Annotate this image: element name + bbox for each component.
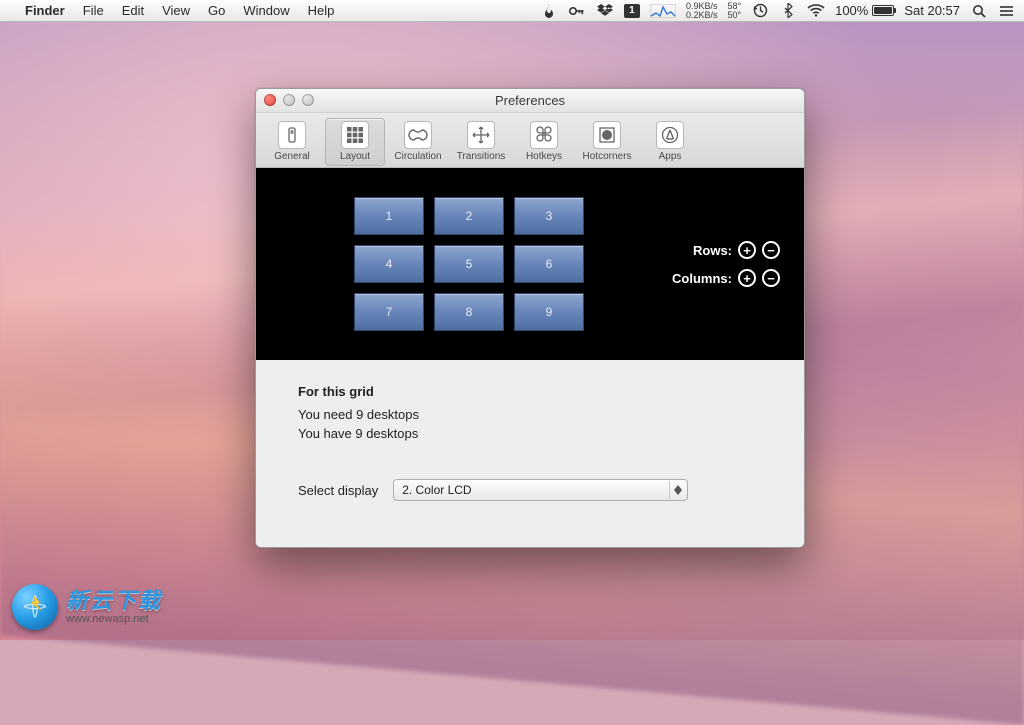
tab-label: Circulation xyxy=(394,151,441,162)
tab-apps[interactable]: Apps xyxy=(640,118,700,166)
move-icon xyxy=(467,121,495,149)
watermark-text: 新云下载 xyxy=(66,590,162,612)
display-select-label: Select display xyxy=(298,483,378,498)
desktop-cell[interactable]: 9 xyxy=(514,293,584,331)
grid-status: For this grid You need 9 desktops You ha… xyxy=(256,360,804,445)
rows-label: Rows: xyxy=(693,243,732,258)
tab-label: Transitions xyxy=(457,151,506,162)
battery-pct: 100% xyxy=(835,3,868,18)
columns-label: Columns: xyxy=(672,271,732,286)
menu-file[interactable]: File xyxy=(74,0,113,22)
appstore-icon xyxy=(656,121,684,149)
desktop-cell[interactable]: 1 xyxy=(354,197,424,235)
battery-icon xyxy=(872,5,894,16)
spotlight-icon[interactable] xyxy=(970,2,988,20)
preferences-window: Preferences General Layout Circulation T… xyxy=(255,88,805,548)
menu-help[interactable]: Help xyxy=(299,0,344,22)
rows-increase-button[interactable]: + xyxy=(738,241,756,259)
grid-status-need: You need 9 desktops xyxy=(298,407,762,422)
menubar: Finder File Edit View Go Window Help 1 0… xyxy=(0,0,1024,22)
watermark-url: www.newasp.net xyxy=(66,614,162,625)
grid-status-have: You have 9 desktops xyxy=(298,426,762,441)
bluetooth-icon[interactable] xyxy=(779,2,797,20)
tab-label: Hotkeys xyxy=(526,151,562,162)
desktop-cell[interactable]: 2 xyxy=(434,197,504,235)
timemachine-icon[interactable] xyxy=(751,2,769,20)
grid-preview-panel: 1 2 3 4 5 6 7 8 9 Rows: + − Columns: + xyxy=(256,168,804,360)
window-title: Preferences xyxy=(495,93,565,108)
select-stepper-icon xyxy=(669,481,685,499)
columns-increase-button[interactable]: + xyxy=(738,269,756,287)
key-icon[interactable] xyxy=(568,2,586,20)
switch-icon xyxy=(278,121,306,149)
minimize-button[interactable] xyxy=(283,94,295,106)
layout-panel: 1 2 3 4 5 6 7 8 9 Rows: + − Columns: + xyxy=(256,168,804,547)
desktop-cell[interactable]: 3 xyxy=(514,197,584,235)
grid-preview: 1 2 3 4 5 6 7 8 9 xyxy=(354,197,584,331)
app-menu[interactable]: Finder xyxy=(16,0,74,22)
columns-decrease-button[interactable]: − xyxy=(762,269,780,287)
tab-label: Hotcorners xyxy=(583,151,632,162)
grid-status-header: For this grid xyxy=(298,384,762,399)
menu-edit[interactable]: Edit xyxy=(113,0,153,22)
tab-general[interactable]: General xyxy=(262,118,322,166)
menu-window[interactable]: Window xyxy=(234,0,298,22)
rows-decrease-button[interactable]: − xyxy=(762,241,780,259)
desktop-cell[interactable]: 5 xyxy=(434,245,504,283)
battery-status[interactable]: 100% xyxy=(835,3,894,18)
display-select[interactable]: 2. Color LCD xyxy=(393,479,688,501)
notification-center-icon[interactable] xyxy=(998,2,1016,20)
menu-view[interactable]: View xyxy=(153,0,199,22)
tab-layout[interactable]: Layout xyxy=(325,118,385,166)
window-traffic-lights xyxy=(264,94,314,106)
desktop-cell[interactable]: 6 xyxy=(514,245,584,283)
tab-transitions[interactable]: Transitions xyxy=(451,118,511,166)
loop-icon xyxy=(404,121,432,149)
temp-b: 50° xyxy=(727,11,741,20)
display-select-value: 2. Color LCD xyxy=(402,483,471,497)
desktop-cell[interactable]: 7 xyxy=(354,293,424,331)
flame-icon[interactable] xyxy=(540,2,558,20)
desktop-cell[interactable]: 8 xyxy=(434,293,504,331)
temperatures: 58° 50° xyxy=(727,2,741,20)
site-watermark: 新云下载 www.newasp.net xyxy=(12,584,162,630)
network-graph-icon[interactable] xyxy=(650,2,676,20)
tab-label: General xyxy=(274,151,310,162)
tab-label: Apps xyxy=(659,151,682,162)
zoom-button[interactable] xyxy=(302,94,314,106)
desktop-cell[interactable]: 4 xyxy=(354,245,424,283)
grid-icon xyxy=(341,121,369,149)
tab-circulation[interactable]: Circulation xyxy=(388,118,448,166)
wifi-icon[interactable] xyxy=(807,2,825,20)
clock[interactable]: Sat 20:57 xyxy=(904,3,960,18)
dropbox-icon[interactable] xyxy=(596,2,614,20)
spaces-count-icon[interactable]: 1 xyxy=(624,2,640,20)
tab-label: Layout xyxy=(340,151,370,162)
watermark-globe-icon xyxy=(12,584,58,630)
tab-hotkeys[interactable]: Hotkeys xyxy=(514,118,574,166)
close-button[interactable] xyxy=(264,94,276,106)
tab-hotcorners[interactable]: Hotcorners xyxy=(577,118,637,166)
network-rates: 0.9KB/s 0.2KB/s xyxy=(686,2,718,20)
net-up: 0.2KB/s xyxy=(686,11,718,20)
grid-size-controls: Rows: + − Columns: + − xyxy=(672,241,780,287)
window-titlebar[interactable]: Preferences xyxy=(256,89,804,113)
command-icon xyxy=(530,121,558,149)
menu-go[interactable]: Go xyxy=(199,0,234,22)
hotcorners-icon xyxy=(593,121,621,149)
preferences-toolbar: General Layout Circulation Transitions H… xyxy=(256,113,804,168)
display-select-row: Select display 2. Color LCD xyxy=(256,479,804,501)
